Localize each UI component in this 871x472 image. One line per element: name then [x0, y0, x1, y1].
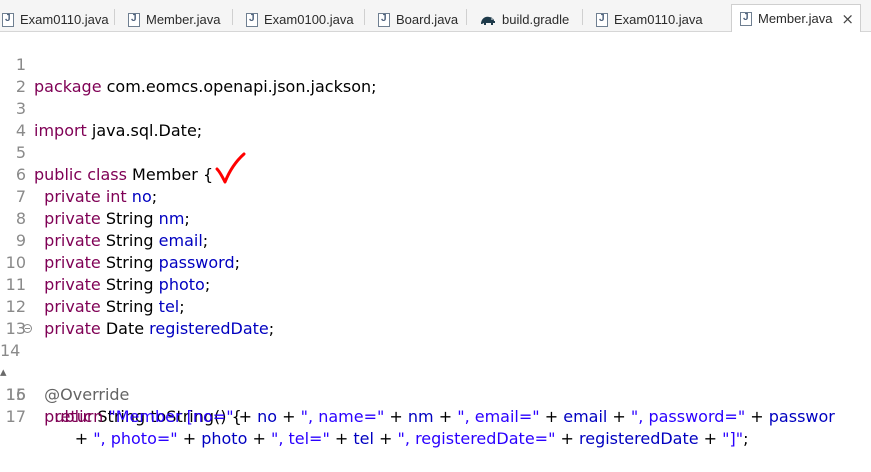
code-token: +: [384, 407, 408, 426]
code-line: ▴ 15 public String toString() {: [0, 340, 871, 426]
code-token: +: [433, 407, 458, 426]
code-text: + ", photo=" + photo + ", tel=" + tel + …: [34, 428, 749, 450]
code-line: 16 return "Member [no=" + no + ", name="…: [0, 362, 871, 426]
string-literal: ", name=": [300, 407, 385, 426]
red-check-mark-icon: [215, 152, 246, 184]
code-token: +: [233, 407, 258, 426]
line-number: 17: [5, 407, 26, 426]
code-token: +: [539, 407, 564, 426]
field-name: tel: [353, 429, 374, 448]
code-token: +: [698, 429, 723, 448]
java-file-icon: [740, 11, 752, 26]
code-line: 11 private String tel;: [0, 252, 871, 316]
code-line: 10 private String photo;: [0, 230, 871, 294]
code-token: +: [555, 429, 579, 448]
field-name: no: [257, 407, 278, 426]
tab-separator: [364, 9, 365, 25]
string-literal: ", photo=": [93, 429, 178, 448]
tab-exam0110-java-2[interactable]: Exam0110.java: [596, 7, 703, 32]
code-line: 6 private int no;: [0, 142, 871, 206]
tab-build-gradle[interactable]: build.gradle: [480, 7, 569, 32]
tab-label: Member.java: [758, 11, 833, 26]
string-literal: ", password=": [630, 407, 746, 426]
code-line: 13: [0, 296, 871, 338]
tab-exam0110-java[interactable]: Exam0110.java: [2, 7, 109, 32]
code-line: 17 + ", photo=" + photo + ", tel=" + tel…: [0, 384, 871, 448]
string-literal: ", tel=": [270, 429, 330, 448]
field-name: photo: [201, 429, 248, 448]
code-line: 4: [0, 98, 871, 140]
close-tab-icon[interactable]: ×: [841, 10, 854, 28]
code-token: +: [34, 429, 94, 448]
code-line: 14 @Override: [0, 318, 871, 404]
tab-separator: [232, 9, 233, 25]
java-file-icon: [378, 12, 390, 27]
tab-member-java-active[interactable]: Member.java ×: [731, 4, 861, 32]
tab-label: build.gradle: [502, 12, 570, 27]
tab-label: Exam0110.java: [20, 12, 109, 27]
string-literal: "Member [no=": [108, 407, 234, 426]
code-token: +: [177, 429, 202, 448]
code-token: +: [247, 429, 271, 448]
keyword: return: [34, 407, 104, 426]
java-file-icon: [596, 12, 608, 27]
tab-exam0100-java[interactable]: Exam0100.java: [246, 7, 354, 32]
tab-label: Exam0110.java: [614, 12, 703, 27]
code-token: +: [745, 407, 769, 426]
java-file-icon: [2, 12, 14, 27]
tab-separator: [114, 9, 115, 25]
field-name: nm: [407, 407, 434, 426]
code-line: 7 private String nm;: [0, 164, 871, 228]
java-file-icon: [246, 12, 258, 27]
code-line: 8 private String email;: [0, 186, 871, 250]
tab-label: Member.java: [146, 12, 221, 27]
code-line: 1 package com.eomcs.openapi.json.jackson…: [0, 32, 871, 96]
code-line: 2: [0, 54, 871, 96]
tab-separator: [582, 9, 583, 25]
code-token: +: [329, 429, 354, 448]
string-literal: "]": [722, 429, 744, 448]
code-line: 9 private String password;: [0, 208, 871, 272]
editor-tab-bar: Exam0110.java Member.java Exam0100.java …: [0, 0, 871, 32]
field-name: passwor: [768, 407, 835, 426]
code-text: return "Member [no=" + no + ", name=" + …: [34, 406, 835, 428]
code-token: +: [607, 407, 631, 426]
tab-label: Exam0100.java: [264, 12, 354, 27]
code-token: +: [373, 429, 398, 448]
tab-board-java[interactable]: Board.java: [378, 7, 458, 32]
code-line: 12 private Date registeredDate;: [0, 274, 871, 338]
fold-toggle-icon[interactable]: [23, 324, 32, 333]
java-file-icon: [128, 12, 140, 27]
tab-separator: [466, 9, 467, 25]
string-literal: ", registeredDate=": [397, 429, 556, 448]
field-name: registeredDate: [579, 429, 699, 448]
string-literal: ", email=": [457, 407, 540, 426]
code-editor[interactable]: 1 package com.eomcs.openapi.json.jackson…: [0, 32, 871, 448]
field-name: email: [563, 407, 608, 426]
tab-member-java[interactable]: Member.java: [128, 7, 220, 32]
tab-label: Board.java: [396, 12, 459, 27]
code-line: 3 import java.sql.Date;: [0, 76, 871, 140]
code-token: +: [277, 407, 301, 426]
code-line: 5 public class Member {: [0, 120, 871, 184]
gradle-icon: [480, 14, 496, 26]
code-token: ;: [743, 429, 749, 448]
